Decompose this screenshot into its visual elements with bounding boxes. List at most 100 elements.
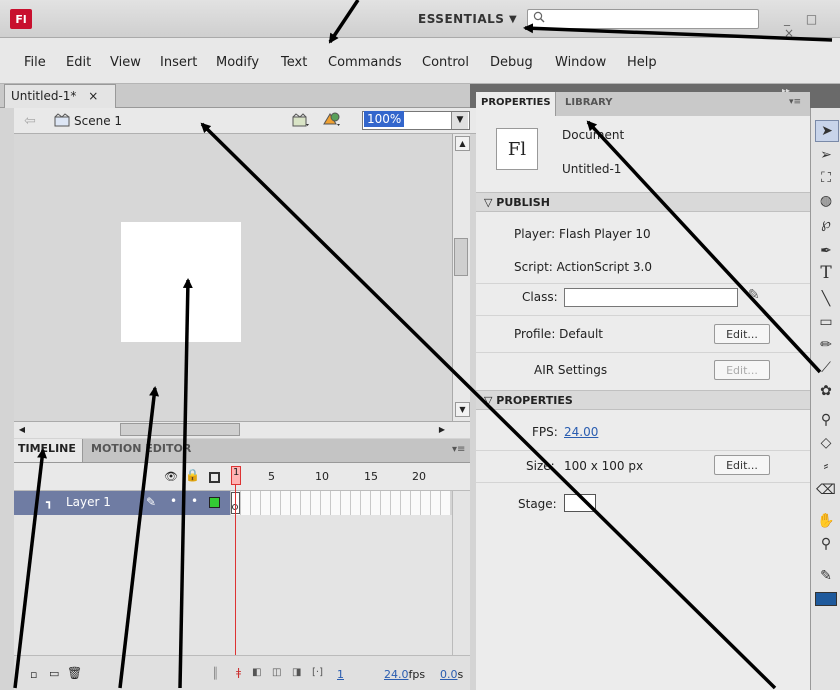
playhead-line (235, 485, 236, 655)
eye-icon[interactable]: 👁 (164, 470, 178, 483)
tab-timeline[interactable]: TIMELINE (18, 442, 76, 455)
lock-dot[interactable]: • (191, 494, 198, 508)
scroll-down-icon[interactable]: ▼ (455, 402, 470, 417)
close-icon[interactable]: × (88, 89, 98, 103)
edit-multiple-icon[interactable]: ◨ (292, 667, 301, 678)
menu-view[interactable]: View (110, 55, 141, 70)
workspace-switcher[interactable]: ESSENTIALS (418, 12, 504, 26)
pen-icon[interactable]: ✒ (815, 241, 837, 261)
fill-color-swatch[interactable] (815, 592, 837, 606)
menu-file[interactable]: File (24, 55, 46, 70)
brush-icon[interactable]: ⟋ (815, 358, 837, 378)
frame-rate-value[interactable]: 24.0 (384, 668, 409, 681)
chevron-down-icon[interactable]: ▼ (451, 112, 468, 129)
document-tab[interactable]: Untitled-1* × (4, 84, 116, 108)
lock-icon[interactable]: 🔒 (185, 468, 200, 482)
subselection-icon[interactable]: ➢ (815, 145, 837, 165)
frame-grid[interactable] (230, 491, 450, 515)
pencil-icon[interactable]: ✎ (748, 287, 760, 303)
outline-color-swatch[interactable] (209, 497, 220, 508)
divider (476, 482, 810, 483)
zoom-icon[interactable]: ⚲ (815, 534, 837, 554)
tab-motion-editor[interactable]: MOTION EDITOR (91, 442, 191, 455)
timeline-scrollbar[interactable] (452, 491, 470, 655)
air-settings-label: AIR Settings (534, 363, 608, 377)
selection-icon[interactable]: ➤ (815, 120, 839, 142)
panel-menu-icon[interactable]: ▾≡ (452, 444, 465, 455)
publish-section-header[interactable]: ▽ PUBLISH (476, 192, 810, 212)
free-transform-icon[interactable]: ⛶ (815, 168, 837, 188)
elapsed-time-display[interactable]: 0.0s (440, 668, 463, 681)
stage-color-swatch[interactable] (564, 494, 596, 512)
search-icon (533, 11, 545, 23)
deco-icon[interactable]: ✿ (815, 381, 837, 401)
hand-icon[interactable]: ✋ (815, 511, 837, 531)
chevron-down-icon: ▽ (484, 394, 497, 407)
tools-header (810, 84, 840, 108)
lasso-icon[interactable]: ℘ (815, 214, 837, 234)
menu-edit[interactable]: Edit (66, 55, 91, 70)
tab-properties[interactable]: PROPERTIES (476, 92, 556, 116)
scroll-up-icon[interactable]: ▲ (455, 136, 470, 151)
timeline-body (14, 515, 470, 655)
menu-modify[interactable]: Modify (216, 55, 259, 70)
onion-outline-icon[interactable]: ◫ (272, 667, 281, 678)
fps-value[interactable]: 24.00 (564, 425, 598, 439)
vertical-scrollbar[interactable]: ▲ ▼ (452, 134, 470, 422)
vertical-scroll-thumb[interactable] (454, 238, 468, 276)
stroke-color-icon[interactable]: ✎ (815, 566, 837, 586)
horizontal-scroll-thumb[interactable] (120, 423, 240, 436)
profile-edit-button[interactable]: Edit... (714, 324, 770, 344)
trash-icon[interactable]: 🗑 (67, 666, 82, 680)
chevron-down-icon[interactable]: ▼ (509, 14, 517, 25)
paint-bucket-icon[interactable]: ◇ (815, 433, 837, 453)
menu-control[interactable]: Control (422, 55, 469, 70)
eyedropper-icon[interactable]: ⸗ (815, 456, 837, 476)
scene-label[interactable]: Scene 1 (74, 114, 122, 128)
bone-icon[interactable]: ⚲ (815, 410, 837, 430)
text-icon[interactable]: T (815, 263, 837, 283)
new-layer-icon[interactable]: ▫ (30, 668, 37, 681)
menu-window[interactable]: Window (555, 55, 606, 70)
air-edit-button[interactable]: Edit... (714, 360, 770, 380)
elapsed-time-unit: s (457, 668, 464, 681)
line-icon[interactable]: ╲ (815, 289, 837, 309)
new-folder-icon[interactable]: ▭ (49, 667, 59, 680)
onion-skin-icon[interactable]: ◧ (252, 667, 261, 678)
center-frame-icon[interactable]: ║ (212, 667, 219, 680)
horizontal-scrollbar[interactable]: ◀ ▶ (14, 421, 470, 438)
menu-commands[interactable]: Commands (328, 55, 402, 70)
modify-markers-icon[interactable]: [·] (312, 667, 323, 678)
menu-help[interactable]: Help (627, 55, 657, 70)
size-edit-button[interactable]: Edit... (714, 455, 770, 475)
visibility-dot[interactable]: • (170, 494, 177, 508)
elapsed-time-value[interactable]: 0.0 (440, 668, 458, 681)
edit-scene-icon[interactable] (292, 112, 310, 128)
scroll-left-icon[interactable]: ◀ (16, 423, 28, 436)
size-value: 100 x 100 px (564, 459, 644, 473)
properties-section-header[interactable]: ▽ PROPERTIES (476, 390, 810, 410)
current-frame[interactable]: 1 (337, 668, 344, 681)
publish-label: PUBLISH (496, 196, 550, 209)
edit-symbols-icon[interactable] (322, 111, 342, 128)
rectangle-icon[interactable]: ▭ (815, 312, 837, 332)
3d-rotation-icon[interactable]: ◍ (815, 191, 837, 211)
pencil-icon[interactable]: ✏ (815, 335, 837, 355)
menu-debug[interactable]: Debug (490, 55, 533, 70)
eraser-icon[interactable]: ⌫ (815, 480, 837, 500)
scroll-right-icon[interactable]: ▶ (436, 423, 448, 436)
menu-insert[interactable]: Insert (160, 55, 197, 70)
window-controls[interactable]: _ □ × (784, 12, 840, 40)
outline-icon[interactable] (209, 472, 220, 483)
panel-menu-icon[interactable]: ▾≡ (789, 97, 801, 107)
back-arrow-icon[interactable]: ⇦ (24, 113, 36, 129)
frame-rate-display[interactable]: 24.0fps (384, 668, 425, 681)
zoom-value[interactable]: 100% (364, 111, 405, 127)
stage[interactable] (121, 222, 241, 342)
class-field[interactable] (564, 288, 738, 307)
script-label: Script: ActionScript 3.0 (514, 260, 652, 274)
tab-library[interactable]: LIBRARY (565, 97, 613, 108)
menu-text[interactable]: Text (281, 55, 307, 70)
layer-name[interactable]: Layer 1 (66, 495, 111, 509)
search-input[interactable] (527, 9, 759, 29)
